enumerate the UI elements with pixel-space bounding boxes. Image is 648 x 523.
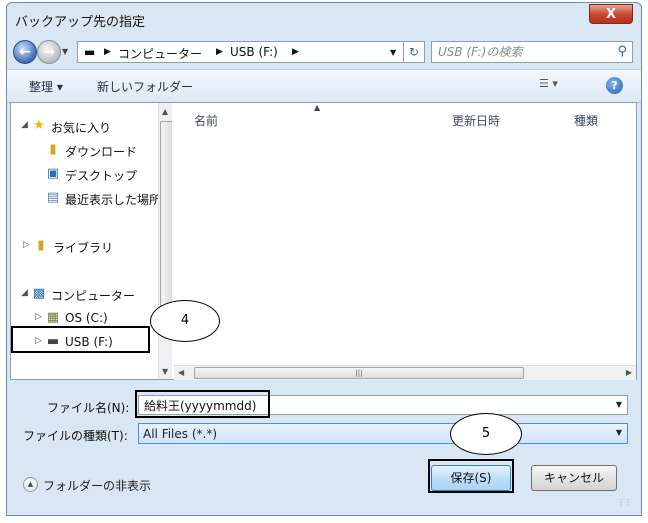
nav-label: ライブラリ: [53, 241, 114, 255]
sort-arrow-icon: ▲: [314, 103, 321, 112]
callout-step-4: 4: [150, 300, 220, 342]
nav-label: ダウンロード: [65, 145, 138, 159]
address-dropdown-icon[interactable]: ▼: [390, 48, 396, 57]
scroll-down-icon[interactable]: ▼: [162, 367, 168, 376]
organize-menu[interactable]: 整理 ▾: [29, 78, 63, 95]
callout-step-5: 5: [450, 413, 522, 455]
folder-icon: ▮: [49, 142, 57, 157]
nav-item-favorites[interactable]: ◢ ★ お気に入り: [11, 117, 159, 137]
new-folder-button[interactable]: 新しいフォルダー: [97, 78, 193, 95]
desktop-icon: ▣: [46, 166, 60, 181]
refresh-icon: ↻: [408, 45, 420, 59]
history-dropdown-icon[interactable]: ▼: [62, 47, 68, 56]
breadcrumb-separator-icon[interactable]: ▶: [104, 47, 111, 57]
search-input[interactable]: [438, 44, 608, 60]
close-button[interactable]: X: [589, 4, 633, 24]
search-icon[interactable]: ⚲: [617, 44, 627, 59]
search-box[interactable]: ⚲: [431, 41, 633, 63]
filetype-dropdown-icon[interactable]: ▼: [616, 428, 622, 437]
resize-grip[interactable]: ⋮⋮: [617, 498, 632, 507]
title-bar: バックアップ先の指定 X: [7, 3, 641, 35]
collapse-icon[interactable]: ◢: [21, 120, 28, 130]
file-list: 名前 ▲ 更新日時 種類 ◀ ||| ▶: [174, 103, 636, 380]
scroll-thumb[interactable]: |||: [194, 367, 524, 379]
address-bar[interactable]: ▬ ▶ コンピューター ▶ USB (F:) ▶ ▼: [77, 41, 423, 63]
drive-icon: ▦: [46, 310, 60, 325]
filetype-select[interactable]: All Files (*.*) ▼: [138, 423, 628, 444]
recent-places-icon: ▤: [46, 190, 60, 205]
filetype-value: All Files (*.*): [143, 427, 218, 441]
highlight-save-button: [428, 459, 514, 493]
scroll-left-icon[interactable]: ◀: [178, 368, 184, 377]
horizontal-scrollbar[interactable]: ◀ ||| ▶: [174, 365, 636, 380]
command-bar: 整理 ▾ 新しいフォルダー ☰ ▾ ?: [7, 69, 641, 103]
highlight-usb-drive: [11, 326, 150, 353]
expand-icon[interactable]: ▷: [35, 312, 42, 322]
filetype-label: ファイルの種類(T):: [23, 429, 128, 443]
highlight-filename: [135, 390, 270, 418]
hide-folders-label: フォルダーの非表示: [43, 479, 152, 493]
back-arrow-icon: ←: [19, 44, 31, 60]
nav-item-libraries[interactable]: ▷ ▮ ライブラリ: [11, 237, 159, 257]
forward-arrow-icon: →: [43, 44, 55, 60]
forward-button[interactable]: →: [37, 40, 61, 64]
nav-item-computer[interactable]: ◢ ▩ コンピューター: [11, 285, 159, 305]
scroll-thumb[interactable]: [160, 121, 172, 331]
column-date[interactable]: 更新日時: [452, 112, 500, 144]
help-icon[interactable]: ?: [606, 77, 623, 94]
collapse-up-icon: ▲: [23, 477, 38, 492]
save-dialog: バックアップ先の指定 X ← → ▼ ▬ ▶ コンピューター ▶ USB (F:…: [6, 2, 642, 516]
breadcrumb-separator-icon[interactable]: ▶: [292, 47, 299, 57]
expand-icon[interactable]: ▷: [23, 240, 30, 250]
computer-icon: ▩: [32, 286, 46, 301]
nav-label: お気に入り: [51, 121, 112, 135]
nav-item-desktop[interactable]: ▣ デスクトップ: [11, 165, 159, 185]
column-name[interactable]: 名前: [194, 112, 218, 144]
drive-icon: ▬: [84, 45, 96, 59]
breadcrumb-computer[interactable]: コンピューター: [118, 45, 202, 62]
scroll-right-icon[interactable]: ▶: [626, 368, 632, 377]
back-button[interactable]: ←: [13, 40, 37, 64]
address-row: ← → ▼ ▬ ▶ コンピューター ▶ USB (F:) ▶ ▼ ↻ ⚲: [7, 37, 641, 67]
nav-item-recent[interactable]: ▤ 最近表示した場所: [11, 189, 162, 209]
cancel-button[interactable]: キャンセル: [531, 465, 617, 491]
breadcrumb-usb[interactable]: USB (F:): [230, 45, 278, 59]
nav-label: デスクトップ: [65, 169, 138, 183]
filename-dropdown-icon[interactable]: ▼: [616, 400, 622, 409]
nav-label: OS (C:): [65, 311, 108, 325]
collapse-icon[interactable]: ◢: [21, 288, 28, 298]
filename-label: ファイル名(N):: [47, 401, 130, 415]
column-type[interactable]: 種類: [574, 112, 598, 144]
folder-icon: ▮: [37, 238, 45, 253]
star-icon: ★: [33, 118, 45, 133]
nav-label: 最近表示した場所: [65, 193, 162, 207]
nav-label: コンピューター: [51, 289, 136, 303]
dialog-title: バックアップ先の指定: [15, 15, 146, 30]
nav-item-downloads[interactable]: ▮ ダウンロード: [11, 141, 159, 161]
view-options-icon[interactable]: ☰ ▾: [539, 77, 558, 90]
breadcrumb-separator-icon[interactable]: ▶: [216, 47, 223, 57]
refresh-button[interactable]: ↻: [403, 41, 425, 63]
scroll-up-icon[interactable]: ▲: [162, 107, 168, 116]
